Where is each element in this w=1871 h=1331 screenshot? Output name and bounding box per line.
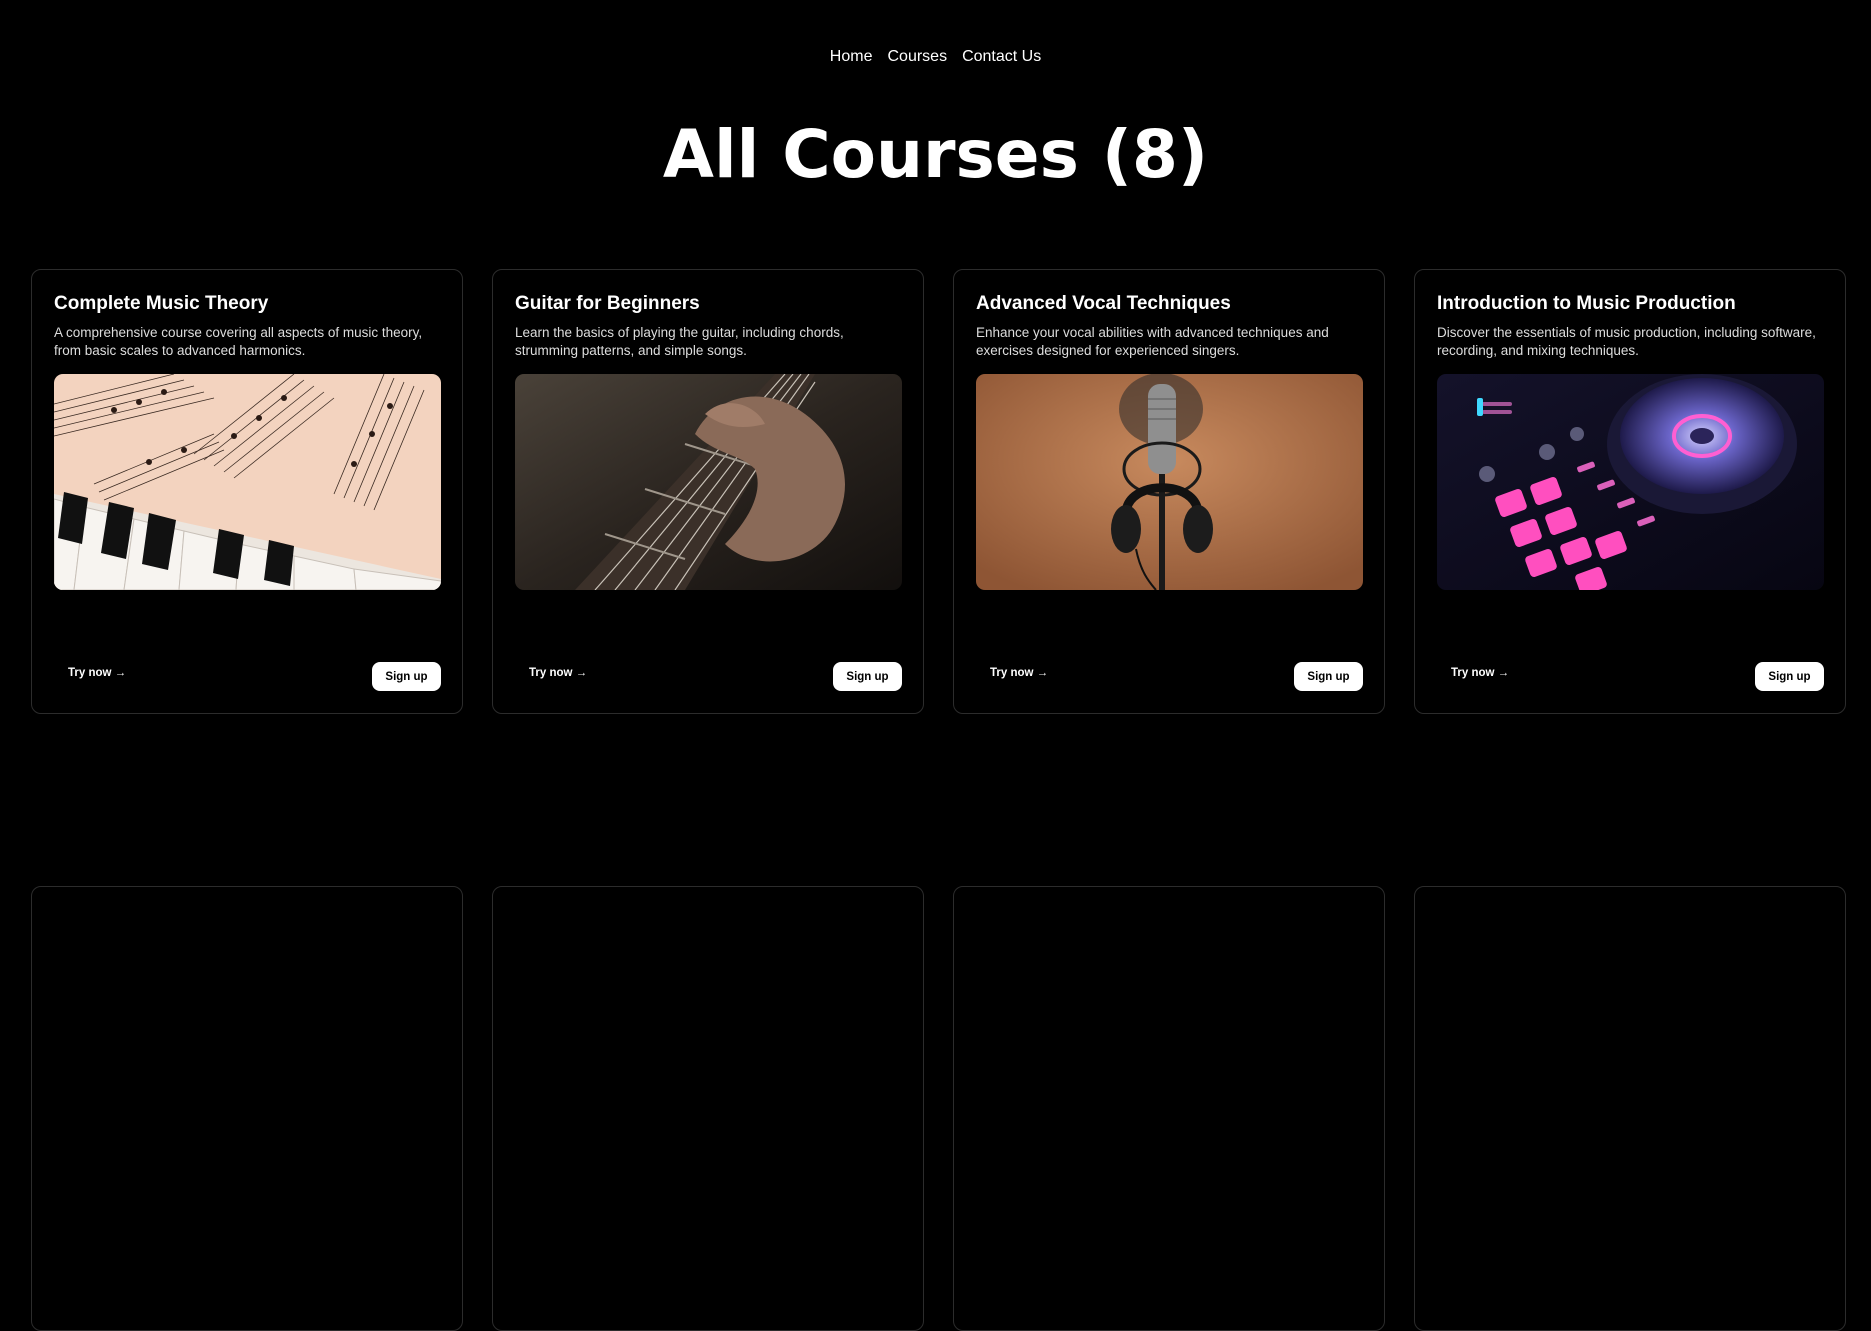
course-grid: Complete Music Theory A comprehensive co… — [31, 269, 1847, 1331]
nav-contact-link[interactable]: Contact Us — [962, 48, 1041, 66]
try-now-link[interactable]: Try now → — [529, 667, 587, 679]
course-title: Introduction to Music Production — [1437, 293, 1736, 314]
course-card — [492, 886, 924, 1331]
try-now-link[interactable]: Try now → — [1451, 667, 1509, 679]
course-card — [1414, 886, 1846, 1331]
try-now-link[interactable]: Try now → — [990, 667, 1048, 679]
main-nav: Home Courses Contact Us — [0, 48, 1871, 66]
sign-up-button[interactable]: Sign up — [1294, 662, 1363, 691]
course-description: Enhance your vocal abilities with advanc… — [976, 325, 1329, 358]
course-title: Guitar for Beginners — [515, 293, 700, 314]
nav-courses-link[interactable]: Courses — [887, 48, 947, 66]
course-card: Guitar for Beginners Learn the basics of… — [492, 269, 924, 714]
course-description: Discover the essentials of music product… — [1437, 325, 1816, 358]
course-card — [953, 886, 1385, 1331]
sign-up-button[interactable]: Sign up — [1755, 662, 1824, 691]
page-title: All Courses (8) — [662, 116, 1209, 193]
sign-up-button[interactable]: Sign up — [372, 662, 441, 691]
course-image-sheet-music — [54, 374, 441, 590]
nav-home-link[interactable]: Home — [830, 48, 873, 66]
course-image-guitar — [515, 374, 902, 590]
course-card: Complete Music Theory A comprehensive co… — [31, 269, 463, 714]
course-title: Complete Music Theory — [54, 293, 269, 314]
course-card: Introduction to Music Production Discove… — [1414, 269, 1846, 714]
try-now-link[interactable]: Try now → — [68, 667, 126, 679]
course-card — [31, 886, 463, 1331]
course-image-dj-controller — [1437, 374, 1824, 590]
course-description: Learn the basics of playing the guitar, … — [515, 325, 844, 358]
sign-up-button[interactable]: Sign up — [833, 662, 902, 691]
course-title: Advanced Vocal Techniques — [976, 293, 1231, 314]
course-card: Advanced Vocal Techniques Enhance your v… — [953, 269, 1385, 714]
course-image-microphone — [976, 374, 1363, 590]
course-description: A comprehensive course covering all aspe… — [54, 325, 423, 358]
